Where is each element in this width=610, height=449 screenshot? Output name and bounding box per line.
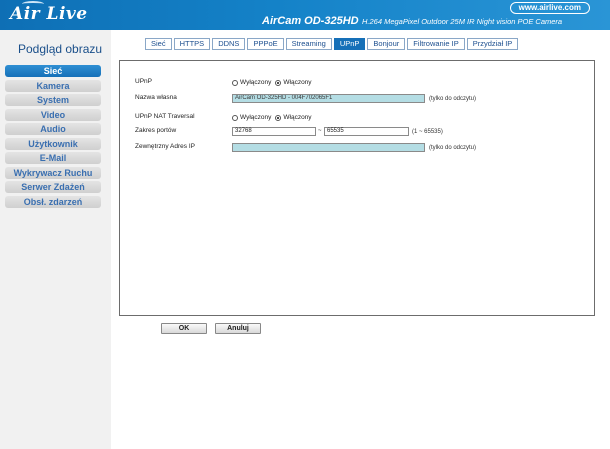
port-range-to-input[interactable]: 65535: [324, 127, 409, 136]
upnp-on-label: Włączony: [283, 79, 312, 86]
sidebar-item-network[interactable]: Sieć: [5, 65, 101, 77]
sidebar-item-video[interactable]: Video: [5, 108, 101, 121]
upnp-settings-panel: UPnP Wyłączony Włączony Nazwa własna Air…: [119, 60, 595, 316]
port-range-separator: ~: [318, 128, 322, 134]
network-tabs: Sieć HTTPS DDNS PPPoE Streaming UPnP Bon…: [145, 38, 520, 50]
live-view-title[interactable]: Podgląd obrazu: [18, 42, 102, 56]
friendly-name-readonly-note: (tylko do odczytu): [429, 96, 477, 102]
upnp-label: UPnP: [135, 78, 152, 85]
sidebar-menu: Sieć Kamera System Video Audio Użytkowni…: [5, 65, 101, 210]
camera-description: H.264 MegaPixel Outdoor 25M IR Night vis…: [362, 17, 563, 26]
sidebar-item-camera[interactable]: Kamera: [5, 79, 101, 92]
friendly-name-field: AirCam OD-325HD - 004F702065F1: [232, 94, 425, 103]
camera-model: AirCam OD-325HD: [262, 15, 359, 27]
nat-traversal-on-label: Włączony: [283, 114, 312, 121]
camera-settings-page: Air Live www.airlive.com AirCam OD-325HD…: [0, 0, 610, 449]
tab-ip-filter[interactable]: Filtrowanie IP: [407, 38, 465, 50]
tab-upnp[interactable]: UPnP: [333, 38, 366, 50]
port-range-hint: (1 ~ 65535): [412, 129, 443, 135]
website-link[interactable]: www.airlive.com: [509, 2, 590, 14]
nat-traversal-on-radio[interactable]: [275, 114, 282, 121]
sidebar-item-audio[interactable]: Audio: [5, 123, 101, 135]
cancel-button[interactable]: Anuluj: [215, 323, 261, 334]
upnp-on-radio[interactable]: [275, 79, 282, 86]
port-range-label: Zakres portów: [135, 127, 177, 134]
nat-traversal-off-label: Wyłączony: [240, 114, 272, 121]
external-ip-label: Zewnętrzny Adres IP: [135, 143, 195, 150]
friendly-name-label: Nazwa własna: [135, 94, 177, 101]
sidebar-item-event-handling[interactable]: Obsł. zdarzeń: [5, 195, 101, 208]
external-ip-field: [232, 143, 425, 152]
tab-bonjour[interactable]: Bonjour: [367, 38, 406, 50]
tab-https[interactable]: HTTPS: [173, 38, 211, 50]
header-bar: Air Live www.airlive.com AirCam OD-325HD…: [0, 0, 610, 30]
nat-traversal-radio-group: Wyłączony Włączony: [232, 114, 312, 121]
sidebar-item-email[interactable]: E-Mail: [5, 152, 101, 164]
sidebar-item-system[interactable]: System: [5, 94, 101, 106]
tab-ddns[interactable]: DDNS: [212, 38, 246, 50]
nat-traversal-off-radio[interactable]: [232, 114, 238, 121]
airlive-logo: Air Live: [10, 4, 88, 24]
nat-traversal-label: UPnP NAT Traversal: [135, 113, 195, 120]
sidebar-item-motion-detection[interactable]: Wykrywacz Ruchu: [5, 166, 101, 179]
upnp-off-label: Wyłączony: [240, 79, 272, 86]
sidebar-item-user[interactable]: Użytkownik: [5, 137, 101, 150]
upnp-off-radio[interactable]: [232, 79, 238, 86]
tab-pppoe[interactable]: PPPoE: [247, 38, 284, 50]
upnp-radio-group: Wyłączony Włączony: [232, 79, 312, 86]
tab-ip-assignment[interactable]: Przydział IP: [466, 38, 519, 50]
ok-button[interactable]: OK: [161, 323, 207, 334]
tab-network[interactable]: Sieć: [145, 38, 172, 50]
sidebar: Podgląd obrazu Sieć Kamera System Video …: [0, 30, 111, 449]
sidebar-item-event-server[interactable]: Serwer Zdażeń: [5, 181, 101, 193]
tab-streaming[interactable]: Streaming: [285, 38, 332, 50]
port-range-from-input[interactable]: 32768: [232, 127, 316, 136]
external-ip-readonly-note: (tylko do odczytu): [429, 145, 477, 151]
